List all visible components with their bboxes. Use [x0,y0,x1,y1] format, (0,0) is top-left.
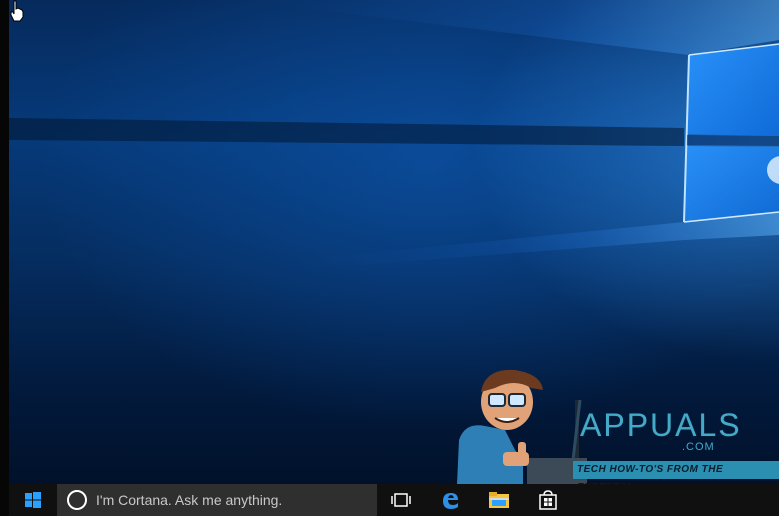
appuals-brand-text: APPUALS [580,407,742,443]
store-icon [539,490,557,510]
start-button[interactable] [9,484,57,516]
file-explorer-icon [489,492,509,508]
cortana-search-box[interactable]: I'm Cortana. Ask me anything. [57,484,377,516]
cortana-icon [67,490,87,510]
appuals-domain-text: .COM [682,441,715,453]
search-placeholder: I'm Cortana. Ask me anything. [96,492,283,508]
edge-icon [443,493,458,509]
windows-logo-icon [25,492,41,508]
task-view-button[interactable] [377,484,425,516]
file-explorer-button[interactable] [475,484,523,516]
screen-edge [0,0,9,516]
edge-button[interactable] [426,484,474,516]
hand-cursor-icon [10,0,24,22]
store-button[interactable] [524,484,572,516]
task-view-icon [391,493,411,507]
taskbar: I'm Cortana. Ask me anything. [9,484,779,516]
appuals-tagline: TECH HOW-TO'S FROM THE EXPERTS! [573,461,779,493]
